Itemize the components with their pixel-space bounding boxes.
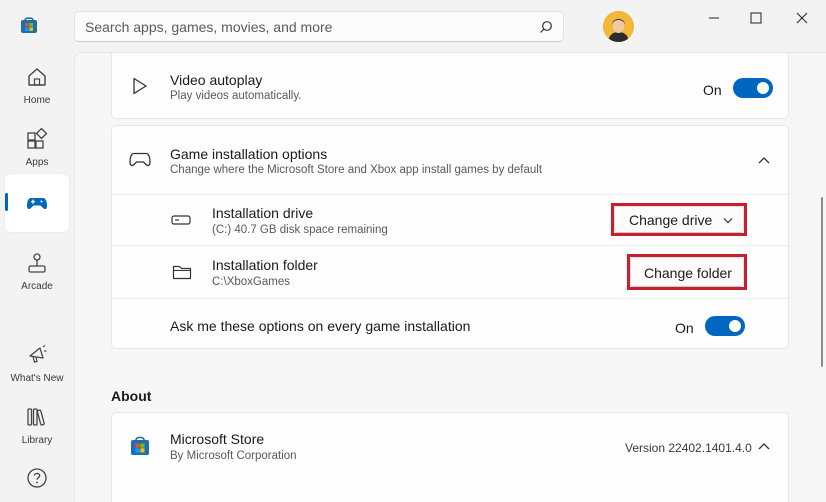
app-name: Microsoft Store xyxy=(170,431,265,447)
divider xyxy=(112,298,790,299)
search-input[interactable]: Search apps, games, movies, and more xyxy=(85,19,332,35)
nav-item-gaming[interactable] xyxy=(5,174,69,232)
search-box[interactable]: Search apps, games, movies, and more xyxy=(74,11,564,42)
installation-drive-title: Installation drive xyxy=(212,205,314,221)
change-folder-button[interactable]: Change folder xyxy=(630,257,744,287)
help-button[interactable] xyxy=(5,458,69,498)
play-icon xyxy=(133,77,147,95)
active-indicator xyxy=(5,193,8,211)
about-heading: About xyxy=(111,388,152,404)
game-installation-title: Game installation options xyxy=(170,146,328,162)
nav-item-whats-new[interactable]: What's New xyxy=(5,335,69,393)
megaphone-icon xyxy=(29,345,47,363)
game-installation-header[interactable]: Game installation options Change where t… xyxy=(112,126,790,194)
nav-label-apps: Apps xyxy=(25,157,49,168)
close-button[interactable] xyxy=(788,5,816,31)
library-icon xyxy=(27,408,45,426)
video-autoplay-toggle-label: On xyxy=(703,82,722,98)
installation-drive-subtitle: (C:) 40.7 GB disk space remaining xyxy=(212,224,388,236)
apps-icon xyxy=(27,128,48,149)
title-bar: Search apps, games, movies, and more xyxy=(0,0,826,52)
arcade-joystick-icon xyxy=(28,253,46,273)
change-drive-label: Change drive xyxy=(629,212,713,228)
nav-label-arcade: Arcade xyxy=(21,281,53,292)
nav-item-library[interactable]: Library xyxy=(5,397,69,455)
game-installation-subtitle: Change where the Microsoft Store and Xbo… xyxy=(170,164,543,176)
video-autoplay-title: Video autoplay xyxy=(170,72,263,88)
divider xyxy=(112,194,790,195)
help-icon xyxy=(27,468,47,488)
nav-item-arcade[interactable]: Arcade xyxy=(5,243,69,301)
chevron-up-icon[interactable] xyxy=(758,156,770,164)
installation-folder-title: Installation folder xyxy=(212,257,318,273)
scrollbar[interactable] xyxy=(821,197,823,367)
nav-label-home: Home xyxy=(23,95,51,106)
game-controller-icon xyxy=(129,152,151,167)
video-autoplay-toggle[interactable] xyxy=(733,78,773,98)
home-icon xyxy=(28,68,46,86)
nav-sidebar: Home Apps Arcade What's New Library xyxy=(0,52,74,502)
ask-every-install-toggle[interactable] xyxy=(705,316,745,336)
change-folder-label: Change folder xyxy=(644,265,732,281)
nav-label-whats-new: What's New xyxy=(10,373,64,384)
maximize-button[interactable] xyxy=(742,5,770,31)
avatar[interactable] xyxy=(603,11,634,42)
nav-label-library: Library xyxy=(21,435,53,446)
microsoft-store-icon xyxy=(131,436,149,455)
minimize-button[interactable] xyxy=(700,5,728,31)
drive-icon xyxy=(171,215,191,225)
app-version: Version 22402.1401.4.0 xyxy=(625,441,752,455)
ask-every-install-toggle-label: On xyxy=(675,320,694,336)
video-autoplay-subtitle: Play videos automatically. xyxy=(170,90,302,102)
chevron-down-icon xyxy=(723,218,733,224)
about-card: Microsoft Store By Microsoft Corporation… xyxy=(111,412,789,502)
divider xyxy=(112,245,790,246)
game-controller-icon xyxy=(27,198,47,210)
ask-every-install-title: Ask me these options on every game insta… xyxy=(170,318,471,334)
app-publisher: By Microsoft Corporation xyxy=(170,450,297,462)
search-icon[interactable] xyxy=(539,20,553,34)
nav-item-home[interactable]: Home xyxy=(5,57,69,115)
installation-folder-subtitle: C:\XboxGames xyxy=(212,276,290,288)
nav-item-apps[interactable]: Apps xyxy=(5,119,69,177)
video-autoplay-card: Video autoplay Play videos automatically… xyxy=(111,53,789,119)
settings-content: Video autoplay Play videos automatically… xyxy=(74,52,826,502)
folder-icon xyxy=(172,265,192,280)
change-drive-button[interactable]: Change drive xyxy=(614,206,744,233)
chevron-up-icon[interactable] xyxy=(758,442,770,450)
microsoft-store-logo-icon[interactable] xyxy=(20,16,38,34)
game-installation-card: Game installation options Change where t… xyxy=(111,125,790,349)
user-avatar-icon xyxy=(603,11,634,42)
